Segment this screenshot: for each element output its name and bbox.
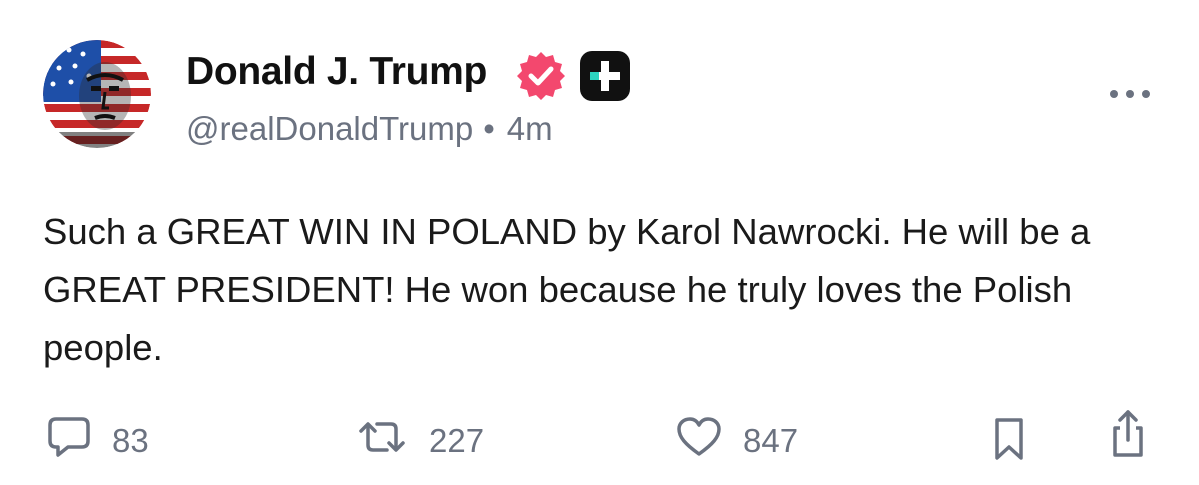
separator-dot: • bbox=[483, 110, 495, 147]
repost-icon bbox=[355, 415, 409, 467]
display-name[interactable]: Donald J. Trump bbox=[186, 50, 487, 94]
verified-badge-icon bbox=[515, 50, 567, 102]
repost-count: 227 bbox=[429, 422, 485, 459]
post-timestamp[interactable]: 4m bbox=[507, 110, 553, 147]
plus-badge-icon bbox=[579, 50, 631, 102]
repost-button[interactable]: 227 bbox=[355, 418, 484, 464]
like-icon bbox=[675, 415, 723, 467]
bookmark-button[interactable] bbox=[992, 418, 1026, 466]
reply-button[interactable]: 83 bbox=[46, 415, 149, 467]
like-count: 847 bbox=[743, 422, 799, 459]
reply-count: 83 bbox=[112, 422, 149, 459]
bookmark-icon bbox=[992, 416, 1026, 470]
handle-row: @realDonaldTrump • 4m bbox=[186, 110, 553, 148]
share-button[interactable] bbox=[1108, 410, 1148, 461]
avatar[interactable] bbox=[43, 40, 151, 148]
post-card: Donald J. Trump @realDonaldTrump • 4m Such… bbox=[0, 0, 1199, 485]
more-options-icon[interactable] bbox=[1108, 84, 1152, 104]
like-button[interactable]: 847 bbox=[675, 415, 799, 467]
reply-icon bbox=[46, 415, 92, 467]
author-handle[interactable]: @realDonaldTrump bbox=[186, 110, 473, 147]
post-text: Such a GREAT WIN IN POLAND by Karol Nawr… bbox=[43, 211, 1091, 368]
share-icon bbox=[1108, 408, 1148, 468]
